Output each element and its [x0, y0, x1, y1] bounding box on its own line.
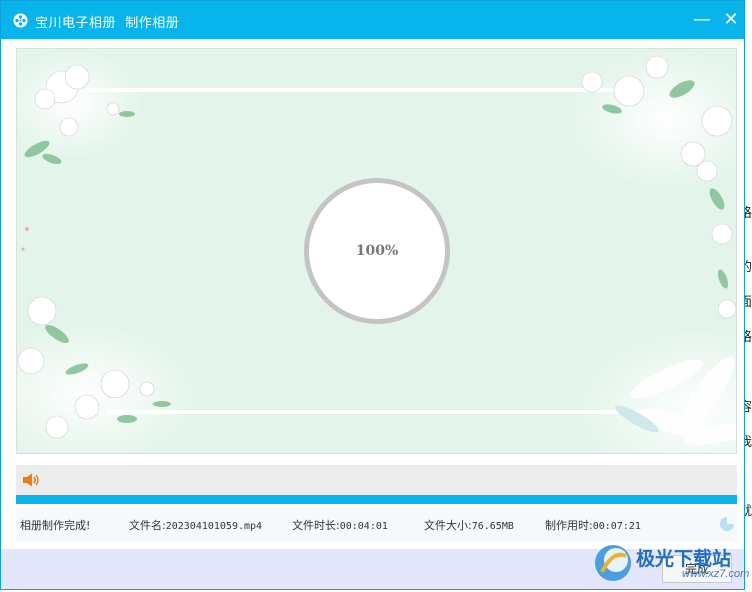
- size-info: 文件大小:76.65MB: [424, 517, 514, 533]
- loading-icon: [720, 517, 734, 531]
- time-value: 00:07:21: [592, 521, 641, 532]
- progress-bar-fill: [16, 495, 737, 504]
- duration-value: 00:04:01: [339, 521, 388, 532]
- size-value: 76.65MB: [471, 521, 514, 532]
- close-button[interactable]: ✕: [720, 9, 742, 31]
- file-name-info: 文件名:202304101059.mp4: [129, 517, 262, 533]
- title-bar[interactable]: 宝川电子相册 制作相册 — ✕: [1, 1, 744, 39]
- progress-indicator: 100%: [304, 178, 450, 324]
- status-row: 相册制作完成! 文件名:202304101059.mp4 文件时长:00:04:…: [16, 508, 737, 541]
- status-message: 相册制作完成!: [20, 519, 91, 532]
- album-preview: 100%: [16, 48, 737, 454]
- film-reel-icon: [13, 13, 28, 28]
- window-title: 宝川电子相册 制作相册: [35, 12, 179, 31]
- speaker-icon[interactable]: [22, 473, 40, 487]
- size-label: 文件大小:: [424, 519, 472, 532]
- file-name-value: 202304101059.mp4: [165, 521, 263, 532]
- make-progress-bar: [16, 495, 737, 504]
- duration-info: 文件时长:00:04:01: [292, 517, 388, 533]
- time-info: 制作用时:00:07:21: [545, 517, 641, 533]
- duration-label: 文件时长:: [292, 519, 340, 532]
- minimize-button[interactable]: —: [691, 9, 713, 31]
- progress-percent: 100%: [355, 243, 399, 259]
- app-name: 宝川电子相册: [35, 16, 117, 31]
- dialog-title: 制作相册: [125, 16, 180, 31]
- watermark-logo-icon: [595, 545, 631, 581]
- time-label: 制作用时:: [545, 519, 593, 532]
- file-name-label: 文件名:: [129, 519, 166, 532]
- audio-bar: [16, 465, 737, 495]
- watermark-text: 极光下载站: [636, 549, 732, 570]
- watermark-url: www.xz7.com: [682, 568, 750, 580]
- watermark: 极光下载站 www.xz7.com: [592, 540, 752, 592]
- make-album-window: 宝川电子相册 制作相册 — ✕ 100% 相册制作完成! 文件名:2023041…: [0, 0, 745, 590]
